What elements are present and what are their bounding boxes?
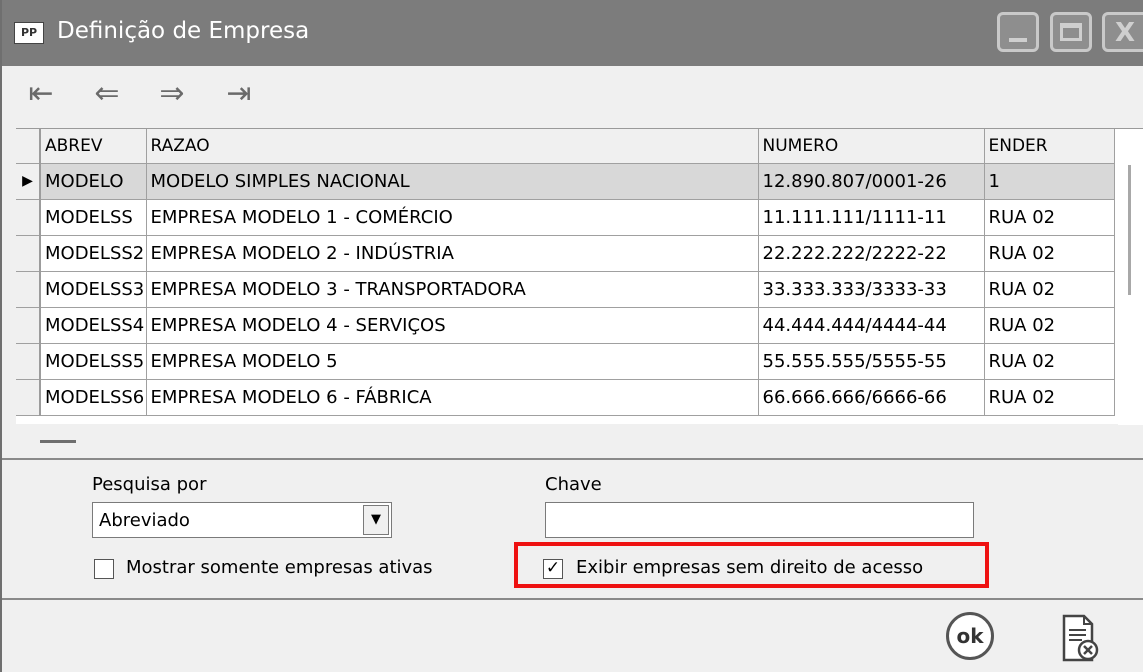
- cell-ender[interactable]: RUA 02: [984, 199, 1115, 236]
- table-row[interactable]: MODELSS6 EMPRESA MODELO 6 - FÁBRICA 66.6…: [16, 379, 1115, 416]
- app-icon: PP: [14, 22, 44, 44]
- key-input[interactable]: [545, 502, 974, 538]
- cell-abrev[interactable]: MODELSS2: [40, 235, 147, 272]
- cell-razao[interactable]: EMPRESA MODELO 3 - TRANSPORTADORA: [146, 271, 759, 308]
- cell-numero[interactable]: 66.666.666/6666-66: [758, 379, 985, 416]
- last-record-icon[interactable]: ⇥: [214, 76, 264, 114]
- table-row[interactable]: MODELSS EMPRESA MODELO 1 - COMÉRCIO 11.1…: [16, 199, 1115, 236]
- cell-ender[interactable]: RUA 02: [984, 307, 1115, 344]
- row-indicator: [16, 271, 41, 308]
- only-active-checkbox[interactable]: [94, 559, 114, 579]
- cell-abrev[interactable]: MODELO: [40, 163, 147, 200]
- cell-abrev[interactable]: MODELSS: [40, 199, 147, 236]
- table-row[interactable]: MODELSS2 EMPRESA MODELO 2 - INDÚSTRIA 22…: [16, 235, 1115, 272]
- cell-numero[interactable]: 11.111.111/1111-11: [758, 199, 985, 236]
- cell-razao[interactable]: EMPRESA MODELO 2 - INDÚSTRIA: [146, 235, 759, 272]
- cell-ender[interactable]: RUA 02: [984, 379, 1115, 416]
- row-indicator: [16, 343, 41, 380]
- companies-grid[interactable]: ABREV RAZAO NUMERO ENDER ▶ MODELO MODELO…: [16, 128, 1143, 425]
- search-by-select[interactable]: Abreviado ▼: [92, 502, 392, 538]
- column-header-ender[interactable]: ENDER: [984, 129, 1115, 164]
- close-icon: X: [1115, 18, 1136, 48]
- column-header-numero[interactable]: NUMERO: [758, 129, 985, 164]
- only-active-label[interactable]: Mostrar somente empresas ativas: [126, 557, 433, 578]
- close-button[interactable]: X: [1102, 12, 1143, 52]
- row-indicator-header: [16, 129, 41, 164]
- search-by-value: Abreviado: [99, 510, 190, 531]
- cell-abrev[interactable]: MODELSS4: [40, 307, 147, 344]
- cell-razao[interactable]: EMPRESA MODELO 1 - COMÉRCIO: [146, 199, 759, 236]
- cell-ender[interactable]: 1: [984, 163, 1115, 200]
- row-indicator: [16, 379, 41, 416]
- vertical-scrollbar[interactable]: [1118, 129, 1143, 425]
- table-row[interactable]: MODELSS3 EMPRESA MODELO 3 - TRANSPORTADO…: [16, 271, 1115, 308]
- title-bar[interactable]: PP Definição de Empresa X: [2, 0, 1143, 66]
- cell-numero[interactable]: 12.890.807/0001-26: [758, 163, 985, 200]
- table-row[interactable]: ▶ MODELO MODELO SIMPLES NACIONAL 12.890.…: [16, 163, 1115, 200]
- search-by-label: Pesquisa por: [92, 474, 207, 495]
- table-row[interactable]: MODELSS4 EMPRESA MODELO 4 - SERVIÇOS 44.…: [16, 307, 1115, 344]
- grid-footer-marker: [40, 440, 76, 443]
- highlight-box: [514, 542, 989, 588]
- row-selected-indicator: ▶: [16, 163, 41, 200]
- cell-numero[interactable]: 33.333.333/3333-33: [758, 271, 985, 308]
- column-header-razao[interactable]: RAZAO: [146, 129, 759, 164]
- cell-razao[interactable]: EMPRESA MODELO 5: [146, 343, 759, 380]
- cell-numero[interactable]: 22.222.222/2222-22: [758, 235, 985, 272]
- cancel-document-icon: [1062, 614, 1099, 662]
- cell-numero[interactable]: 55.555.555/5555-55: [758, 343, 985, 380]
- scrollbar-thumb[interactable]: [1128, 165, 1131, 295]
- row-indicator: [16, 199, 41, 236]
- maximize-button[interactable]: [1050, 12, 1092, 52]
- table-row[interactable]: MODELSS5 EMPRESA MODELO 5 55.555.555/555…: [16, 343, 1115, 380]
- minimize-button[interactable]: [997, 12, 1039, 52]
- key-label: Chave: [545, 474, 602, 495]
- table-header-row: ABREV RAZAO NUMERO ENDER: [16, 129, 1115, 164]
- cell-ender[interactable]: RUA 02: [984, 343, 1115, 380]
- column-header-abrev[interactable]: ABREV: [40, 129, 147, 164]
- cell-numero[interactable]: 44.444.444/4444-44: [758, 307, 985, 344]
- divider: [2, 458, 1143, 460]
- cell-ender[interactable]: RUA 02: [984, 271, 1115, 308]
- window: PP Definição de Empresa X ⇤ ⇐ ⇒ ⇥ ABREV …: [0, 0, 1143, 672]
- previous-record-icon[interactable]: ⇐: [82, 76, 132, 114]
- first-record-icon[interactable]: ⇤: [16, 76, 66, 114]
- cell-razao[interactable]: EMPRESA MODELO 6 - FÁBRICA: [146, 379, 759, 416]
- ok-button[interactable]: ok: [946, 612, 994, 660]
- cancel-button[interactable]: [1060, 614, 1100, 662]
- row-indicator: [16, 307, 41, 344]
- cell-abrev[interactable]: MODELSS3: [40, 271, 147, 308]
- cell-ender[interactable]: RUA 02: [984, 235, 1115, 272]
- cell-abrev[interactable]: MODELSS5: [40, 343, 147, 380]
- chevron-down-icon[interactable]: ▼: [363, 505, 389, 535]
- divider: [2, 598, 1143, 600]
- next-record-icon[interactable]: ⇒: [147, 76, 197, 114]
- navigation-toolbar: ⇤ ⇐ ⇒ ⇥: [2, 66, 1143, 124]
- cell-razao[interactable]: MODELO SIMPLES NACIONAL: [146, 163, 759, 200]
- row-indicator: [16, 235, 41, 272]
- cell-razao[interactable]: EMPRESA MODELO 4 - SERVIÇOS: [146, 307, 759, 344]
- minimize-icon: [1009, 38, 1027, 42]
- maximize-icon: [1060, 23, 1082, 41]
- window-title: Definição de Empresa: [57, 18, 310, 44]
- companies-table: ABREV RAZAO NUMERO ENDER ▶ MODELO MODELO…: [16, 129, 1115, 416]
- cell-abrev[interactable]: MODELSS6: [40, 379, 147, 416]
